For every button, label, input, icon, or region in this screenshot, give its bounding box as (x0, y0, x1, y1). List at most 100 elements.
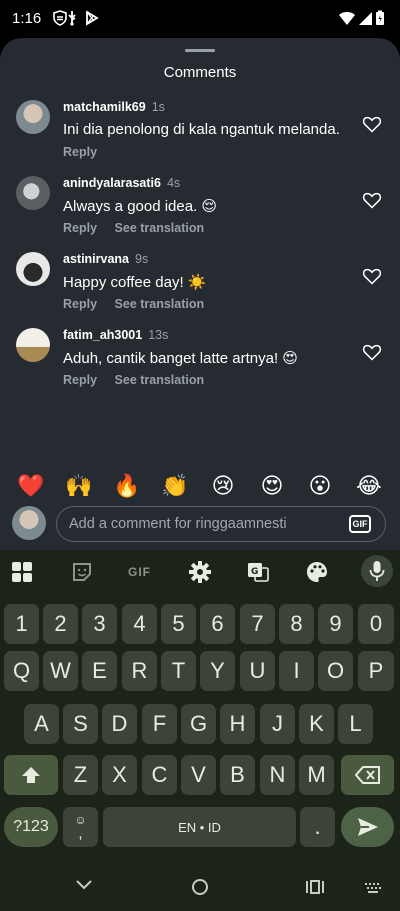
emoji-clap[interactable]: 👏 (160, 472, 190, 502)
palette-icon[interactable] (305, 560, 329, 584)
key-r[interactable]: R (122, 651, 157, 691)
sticker-icon[interactable] (70, 560, 94, 584)
avatar[interactable] (16, 252, 50, 286)
key-n[interactable]: N (260, 755, 295, 795)
key-e[interactable]: E (82, 651, 117, 691)
comment-text: Happy coffee day! ☀️ (63, 274, 207, 291)
key-3[interactable]: 3 (82, 604, 117, 644)
keyboard-switch-icon[interactable] (364, 882, 382, 894)
key-2[interactable]: 2 (43, 604, 78, 644)
avatar[interactable] (16, 100, 50, 134)
svg-text:G: G (251, 567, 258, 577)
see-translation-button[interactable]: See translation (115, 373, 205, 387)
heart-icon[interactable] (362, 114, 382, 134)
emoji-laughing[interactable]: 😂 (354, 472, 384, 502)
key-v[interactable]: V (181, 755, 216, 795)
gif-button[interactable]: GIF (349, 515, 371, 533)
key-5[interactable]: 5 (161, 604, 196, 644)
home-icon[interactable] (191, 878, 209, 896)
key-6[interactable]: 6 (200, 604, 235, 644)
key-x[interactable]: X (102, 755, 137, 795)
emoji-surprised[interactable]: 😮 (305, 472, 335, 502)
key-s[interactable]: S (63, 704, 98, 744)
comment-item: fatim_ah3001 13s Aduh, cantik banget latt… (0, 328, 400, 398)
comment-input[interactable]: Add a comment for ringgaamnesti GIF (56, 506, 386, 542)
comment-time: 4s (166, 176, 181, 190)
emoji-heart[interactable]: ❤️ (16, 472, 46, 502)
comma-key[interactable]: ☺ , (63, 807, 98, 847)
reply-button[interactable]: Reply (63, 373, 97, 387)
key-0[interactable]: 0 (358, 604, 394, 644)
key-f[interactable]: F (142, 704, 177, 744)
key-q[interactable]: Q (4, 651, 39, 691)
key-p[interactable]: P (358, 651, 394, 691)
key-k[interactable]: K (299, 704, 334, 744)
key-m[interactable]: M (299, 755, 334, 795)
heart-icon[interactable] (362, 342, 382, 362)
key-7[interactable]: 7 (240, 604, 275, 644)
key-4[interactable]: 4 (122, 604, 157, 644)
comment-username[interactable]: astinirvana 9s (63, 252, 148, 266)
key-u[interactable]: U (240, 651, 275, 691)
key-b[interactable]: B (220, 755, 255, 795)
backspace-icon (354, 766, 380, 784)
status-time: 1:16 (12, 10, 42, 27)
key-y[interactable]: Y (200, 651, 235, 691)
comment-username[interactable]: fatim_ah3001 13s (63, 328, 168, 342)
settings-icon[interactable] (188, 560, 212, 584)
key-c[interactable]: C (142, 755, 177, 795)
emoji-raising-hands[interactable]: 🙌 (64, 472, 94, 502)
gif-icon[interactable]: GIF (128, 565, 151, 579)
key-d[interactable]: D (102, 704, 137, 744)
key-j[interactable]: J (260, 704, 295, 744)
comment-username[interactable]: matchamilk69 1s (63, 100, 165, 114)
key-l[interactable]: L (338, 704, 373, 744)
comment-text: Aduh, cantik banget latte artnya! 😍 (63, 350, 298, 367)
reply-button[interactable]: Reply (63, 221, 97, 235)
see-translation-button[interactable]: See translation (115, 221, 205, 235)
emoji-crying[interactable]: 😢 (208, 472, 238, 502)
key-1[interactable]: 1 (4, 604, 39, 644)
apps-grid-icon[interactable] (10, 560, 34, 584)
comment-time: 13s (148, 328, 169, 342)
key-h[interactable]: H (220, 704, 255, 744)
key-z[interactable]: Z (63, 755, 98, 795)
chevron-down-icon[interactable] (76, 879, 92, 891)
key-9[interactable]: 9 (318, 604, 353, 644)
translate-icon[interactable]: G (246, 560, 270, 584)
comment-item: matchamilk69 1s Ini dia penolong di kala … (0, 100, 400, 170)
wifi-icon (339, 12, 355, 25)
see-translation-button[interactable]: See translation (115, 297, 205, 311)
key-8[interactable]: 8 (279, 604, 314, 644)
reply-button[interactable]: Reply (63, 297, 97, 311)
navigation-bar (0, 861, 400, 911)
quick-emoji-row: ❤️ 🙌 🔥 👏 😢 😍 😮 😂 (0, 472, 400, 502)
comment-text: Always a good idea. 😌 (63, 198, 218, 215)
send-key[interactable] (341, 807, 394, 847)
avatar[interactable] (16, 176, 50, 210)
space-key[interactable]: EN • ID (103, 807, 296, 847)
key-o[interactable]: O (318, 651, 353, 691)
mic-button[interactable] (361, 555, 393, 587)
reply-button[interactable]: Reply (63, 145, 97, 159)
comment-username[interactable]: anindyalarasati6 4s (63, 176, 180, 190)
key-w[interactable]: W (43, 651, 78, 691)
comment-input-row: Add a comment for ringgaamnesti GIF (0, 506, 400, 546)
period-key[interactable]: . (300, 807, 335, 847)
comment-text: Ini dia penolong di kala ngantuk melanda… (63, 121, 340, 138)
symbols-key[interactable]: ?123 (4, 807, 58, 847)
key-g[interactable]: G (181, 704, 216, 744)
heart-icon[interactable] (362, 190, 382, 210)
backspace-key[interactable] (341, 755, 394, 795)
key-a[interactable]: A (24, 704, 59, 744)
drag-handle[interactable] (185, 49, 215, 52)
recents-icon[interactable] (306, 880, 324, 894)
heart-icon[interactable] (362, 266, 382, 286)
battery-icon (376, 10, 384, 25)
avatar[interactable] (16, 328, 50, 362)
key-t[interactable]: T (161, 651, 196, 691)
emoji-fire[interactable]: 🔥 (112, 472, 142, 502)
key-i[interactable]: I (279, 651, 314, 691)
emoji-heart-eyes[interactable]: 😍 (257, 472, 287, 502)
shift-key[interactable] (4, 755, 58, 795)
